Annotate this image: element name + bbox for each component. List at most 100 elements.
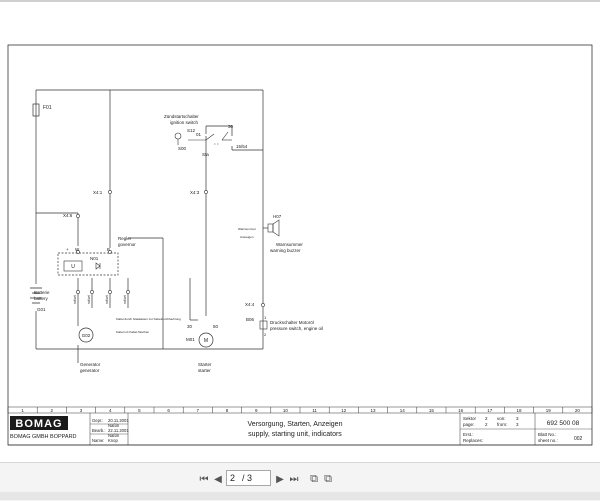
label-starter-de: Starter: [198, 362, 212, 367]
blatt-label: Blatt No.:: [538, 432, 557, 437]
column-label: 7: [197, 408, 200, 413]
drawing-title-de: Versorgung, Starten, Anzeigen: [248, 421, 343, 428]
label-x43: X4:3: [190, 190, 200, 195]
page-label: page:: [463, 422, 474, 427]
label-wire-1: rot/wt: [73, 295, 77, 304]
duplicate-icon[interactable]: ⧉: [320, 471, 336, 487]
key-icon: [174, 132, 182, 140]
buzzer-icon: [267, 219, 280, 237]
label-note-1: Kabel durch Glaskasten zur Kabeldurchfue…: [116, 317, 181, 321]
column-label: 6: [167, 408, 170, 413]
label-regulator-en: governor: [118, 242, 136, 247]
von-label: von:: [497, 416, 506, 421]
label-note-2: Kabel mit Kabel-Taschen: [116, 330, 150, 334]
label-50: 50: [213, 324, 219, 329]
von-value: 3: [516, 416, 519, 421]
label-p2: 2: [264, 332, 267, 337]
wiring-diagram: F01 Zündstartschalter ignition switch S1…: [7, 44, 593, 446]
page-current[interactable]: 2: [230, 471, 242, 485]
sector-label: Sektor: [463, 416, 477, 421]
column-label: 2: [51, 408, 54, 413]
label-battery-en: battery: [34, 296, 49, 301]
label-wire-4: rot/wt: [123, 295, 127, 304]
sheet-label: sheet no.:: [538, 438, 558, 443]
regulator-box: [57, 252, 119, 276]
page-total: / 3: [242, 473, 253, 483]
drawing-title-en: supply, starting unit, indicators: [248, 431, 342, 438]
diode-icon: [95, 262, 101, 270]
column-label: 19: [546, 408, 552, 413]
label-pressure-de: Druckschalter Motoröl: [270, 320, 314, 325]
from-label: from:: [497, 422, 507, 427]
circuit-wires: [35, 89, 268, 363]
column-label: 5: [138, 408, 141, 413]
title-block: BOMAG BOMAG GMBH BOPPARD Gepr.: 20.11.20…: [8, 413, 592, 446]
label-b: B: [107, 247, 110, 252]
label-h07: H07: [273, 214, 282, 219]
label-battery-de: Batterie: [34, 290, 50, 295]
previous-page-icon[interactable]: ◀: [210, 471, 226, 487]
label-u: U: [71, 264, 75, 270]
replaces-label: Replaces:: [463, 438, 483, 443]
column-label: 11: [312, 408, 317, 413]
document-viewer: F01 Zündstartschalter ignition switch S1…: [0, 0, 600, 501]
ignition-switch-symbol: [188, 131, 232, 145]
column-label: 13: [370, 408, 376, 413]
label-horn-note-2: Ansaugen: [240, 235, 254, 239]
label-x46: X4:6: [63, 213, 73, 218]
label-starter-en: starter: [198, 368, 211, 373]
column-label: 3: [80, 408, 83, 413]
column-label: 16: [458, 408, 464, 413]
company-name: BOMAG GMBH BOPPARD: [10, 434, 77, 440]
column-label: 18: [516, 408, 522, 413]
row-gepr-label: Gepr.:: [92, 418, 103, 423]
label-pressure-en: pressure switch, engine oil: [270, 326, 323, 331]
label-ignition-en: ignition switch: [170, 120, 199, 125]
label-p1: 1: [264, 315, 267, 320]
label-30b: 30: [187, 324, 193, 329]
label-wire-2: rot/wt: [87, 295, 91, 304]
from-value: 3: [516, 422, 519, 427]
label-x44: X4:4: [245, 302, 255, 307]
column-label: 9: [255, 408, 258, 413]
label-horn-en: warning buzzer: [270, 248, 301, 253]
label-b06: B06: [246, 317, 255, 322]
sheet-value: 002: [574, 436, 583, 442]
column-label: 20: [575, 408, 581, 413]
drawing-number: 692 500 08: [547, 420, 580, 427]
label-r30: 30: [228, 124, 234, 129]
label-m01: M01: [186, 337, 195, 342]
row-bearb-label: Bearb.:: [92, 428, 106, 433]
row-name-label: Name:: [92, 438, 104, 443]
row-name-value: Knop: [108, 438, 118, 443]
column-label: 17: [487, 408, 493, 413]
bomag-logo-text: BOMAG: [15, 418, 62, 430]
label-n01: N01: [90, 256, 99, 261]
sector-value: 2: [485, 416, 488, 421]
horizontal-scrollbar[interactable]: [0, 492, 600, 500]
last-page-icon[interactable]: ⏭: [286, 471, 302, 487]
page-number-field[interactable]: 2/ 3: [226, 470, 271, 486]
label-motor-m: M: [204, 338, 208, 344]
column-label: 8: [226, 408, 229, 413]
label-g01: G01: [37, 307, 46, 312]
page-value: 2: [485, 422, 488, 427]
label-sta: Sta: [202, 152, 209, 157]
column-label: 12: [341, 408, 347, 413]
erst-label: Erst.:: [463, 432, 474, 437]
label-g02: G02: [82, 333, 91, 338]
label-r01: 01: [196, 132, 202, 137]
label-plus: +: [66, 247, 69, 252]
label-s12: S12: [187, 128, 196, 133]
column-label: 4: [109, 408, 112, 413]
label-generator-de: Generator: [80, 362, 101, 367]
connector-nodes: [76, 190, 265, 307]
label-wire-3: rot/wt: [105, 295, 109, 304]
label-horn-note-1: Warnsummer: [238, 227, 256, 231]
label-f01: F01: [43, 105, 52, 111]
label-s00: S00: [178, 146, 187, 151]
column-label: 14: [400, 408, 406, 413]
column-label: 1: [21, 408, 24, 413]
pressure-switch-icon: [259, 320, 268, 330]
label-regulator-de: Regler: [118, 236, 132, 241]
